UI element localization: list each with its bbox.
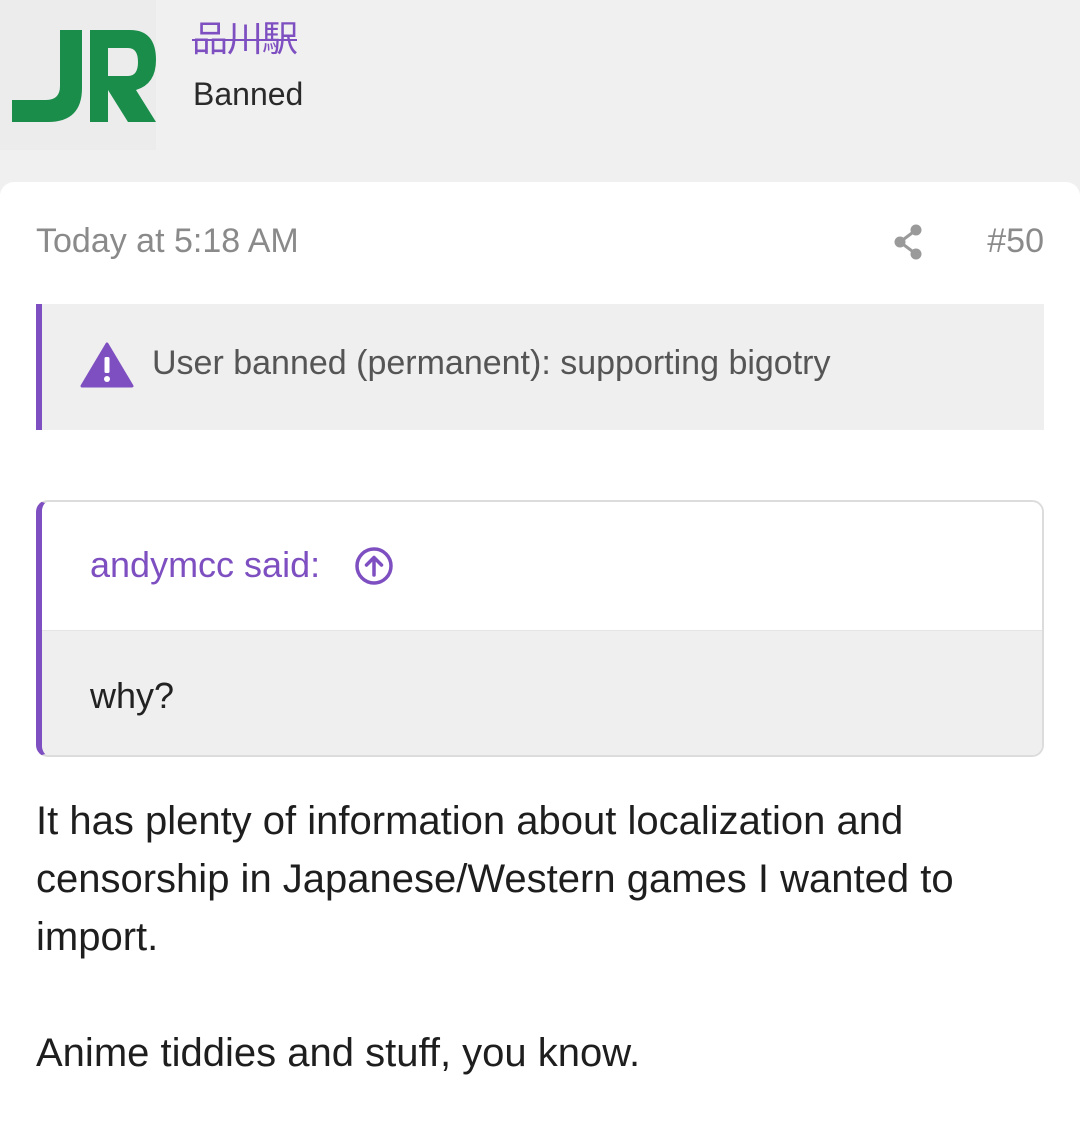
quote-author-link[interactable]: andymcc said: [90, 544, 320, 586]
user-header: 品川駅 Banned [0, 0, 1080, 182]
post-meta: Today at 5:18 AM #50 [36, 222, 1044, 266]
quote-header: andymcc said: [42, 502, 1042, 630]
quote-content[interactable]: why? [42, 630, 1042, 755]
post-paragraph: Anime tiddies and stuff, you know. [36, 1031, 641, 1075]
quote-text: why? [90, 675, 175, 716]
post-timestamp[interactable]: Today at 5:18 AM [36, 222, 299, 261]
post-card: Today at 5:18 AM #50 User banned (perman… [0, 182, 1080, 1123]
jr-logo-icon [0, 0, 156, 150]
username-link[interactable]: 品川駅 [192, 10, 298, 62]
post-paragraph: It has plenty of information about local… [36, 799, 954, 959]
quote-block: andymcc said: why? [36, 500, 1044, 757]
warning-icon [80, 342, 134, 388]
ban-notice-text: User banned (permanent): supporting bigo… [152, 344, 831, 382]
post-message: It has plenty of information about local… [36, 792, 1036, 1082]
share-icon[interactable] [892, 224, 924, 260]
user-title: Banned [193, 76, 304, 112]
post-number-link[interactable]: #50 [987, 222, 1044, 261]
user-avatar[interactable] [0, 0, 156, 150]
ban-notice: User banned (permanent): supporting bigo… [36, 304, 1044, 430]
arrow-up-circle-icon[interactable] [354, 546, 394, 586]
